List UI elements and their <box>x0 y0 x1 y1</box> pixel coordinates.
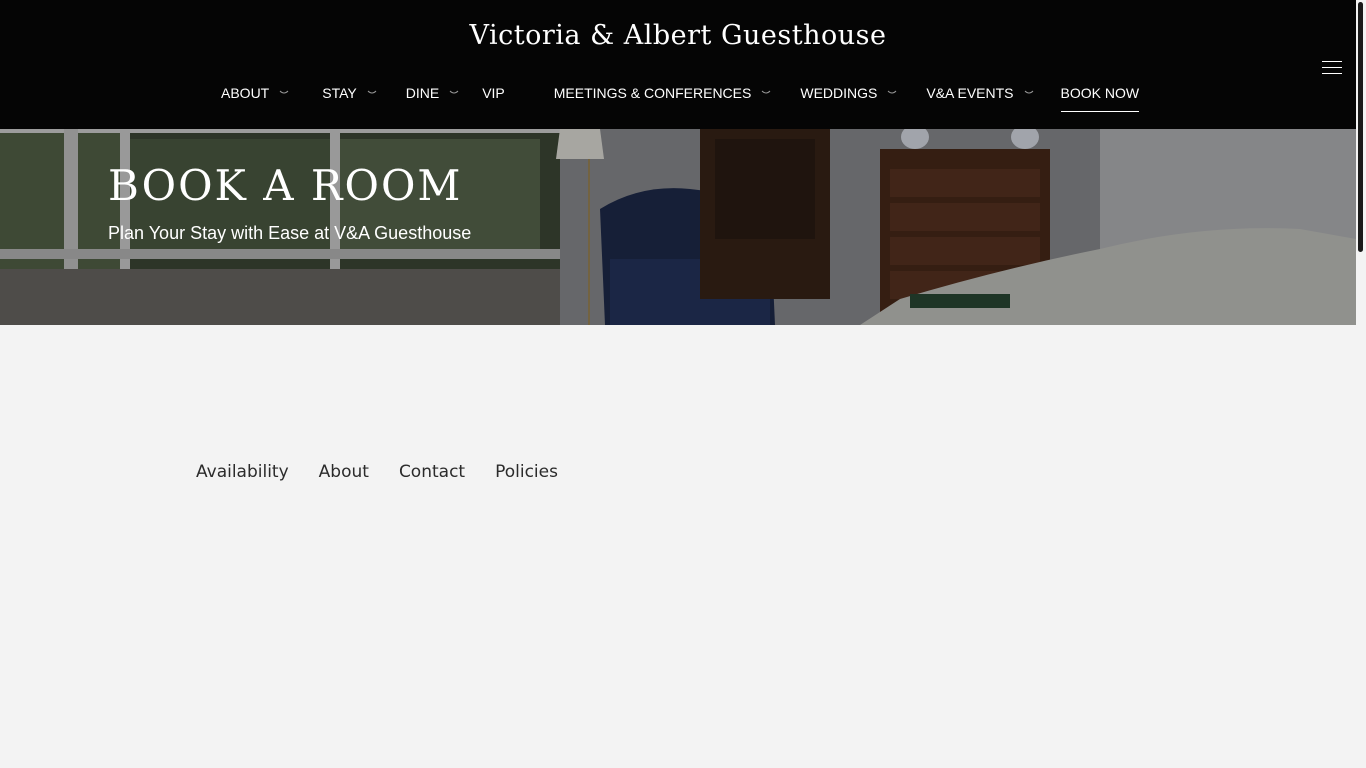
site-brand[interactable]: Victoria & Albert Guesthouse <box>0 20 1356 51</box>
nav-item-label: ABOUT <box>221 85 270 101</box>
page-subtitle: Plan Your Stay with Ease at V&A Guesthou… <box>108 223 472 243</box>
nav-item-label: V&A EVENTS <box>926 85 1014 101</box>
chevron-down-icon <box>760 88 772 98</box>
nav-item-label: BOOK NOW <box>1060 85 1140 101</box>
site-header: Victoria & Albert Guesthouse ABOUT STAY … <box>0 0 1356 129</box>
nav-item-about[interactable]: ABOUT <box>221 84 290 102</box>
nav-item-label: VIP <box>482 85 505 101</box>
chevron-down-icon <box>448 88 460 98</box>
hero-banner: BOOK A ROOM Plan Your Stay with Ease at … <box>0 129 1356 325</box>
nav-item-va-events[interactable]: V&A EVENTS <box>926 84 1034 102</box>
scrollbar-thumb[interactable] <box>1358 2 1363 252</box>
chevron-down-icon <box>278 88 290 98</box>
nav-item-stay[interactable]: STAY <box>322 84 378 102</box>
nav-item-meetings-conferences[interactable]: MEETINGS & CONFERENCES <box>554 84 773 102</box>
nav-item-vip[interactable]: VIP <box>482 84 505 102</box>
chevron-down-icon <box>1023 88 1035 98</box>
chevron-down-icon <box>366 88 378 98</box>
nav-item-label: MEETINGS & CONFERENCES <box>553 85 752 101</box>
tab-availability[interactable]: Availability <box>196 462 289 482</box>
tab-contact[interactable]: Contact <box>399 462 465 482</box>
hamburger-icon[interactable] <box>1322 61 1342 75</box>
nav-item-book-now[interactable]: BOOK NOW <box>1060 84 1140 112</box>
nav-item-label: DINE <box>405 85 440 101</box>
nav-item-label: WEDDINGS <box>800 85 878 101</box>
tab-about[interactable]: About <box>319 462 369 482</box>
nav-item-dine[interactable]: DINE <box>406 84 460 102</box>
main-nav: ABOUT STAY DINE VIP MEETINGS & CONFERENC… <box>221 84 1140 112</box>
booking-tabs: Availability About Contact Policies <box>196 462 558 482</box>
chevron-down-icon <box>886 88 898 98</box>
tab-policies[interactable]: Policies <box>495 462 558 482</box>
page-title: BOOK A ROOM <box>108 161 463 210</box>
nav-item-label: STAY <box>322 85 357 101</box>
nav-item-weddings[interactable]: WEDDINGS <box>800 84 898 102</box>
